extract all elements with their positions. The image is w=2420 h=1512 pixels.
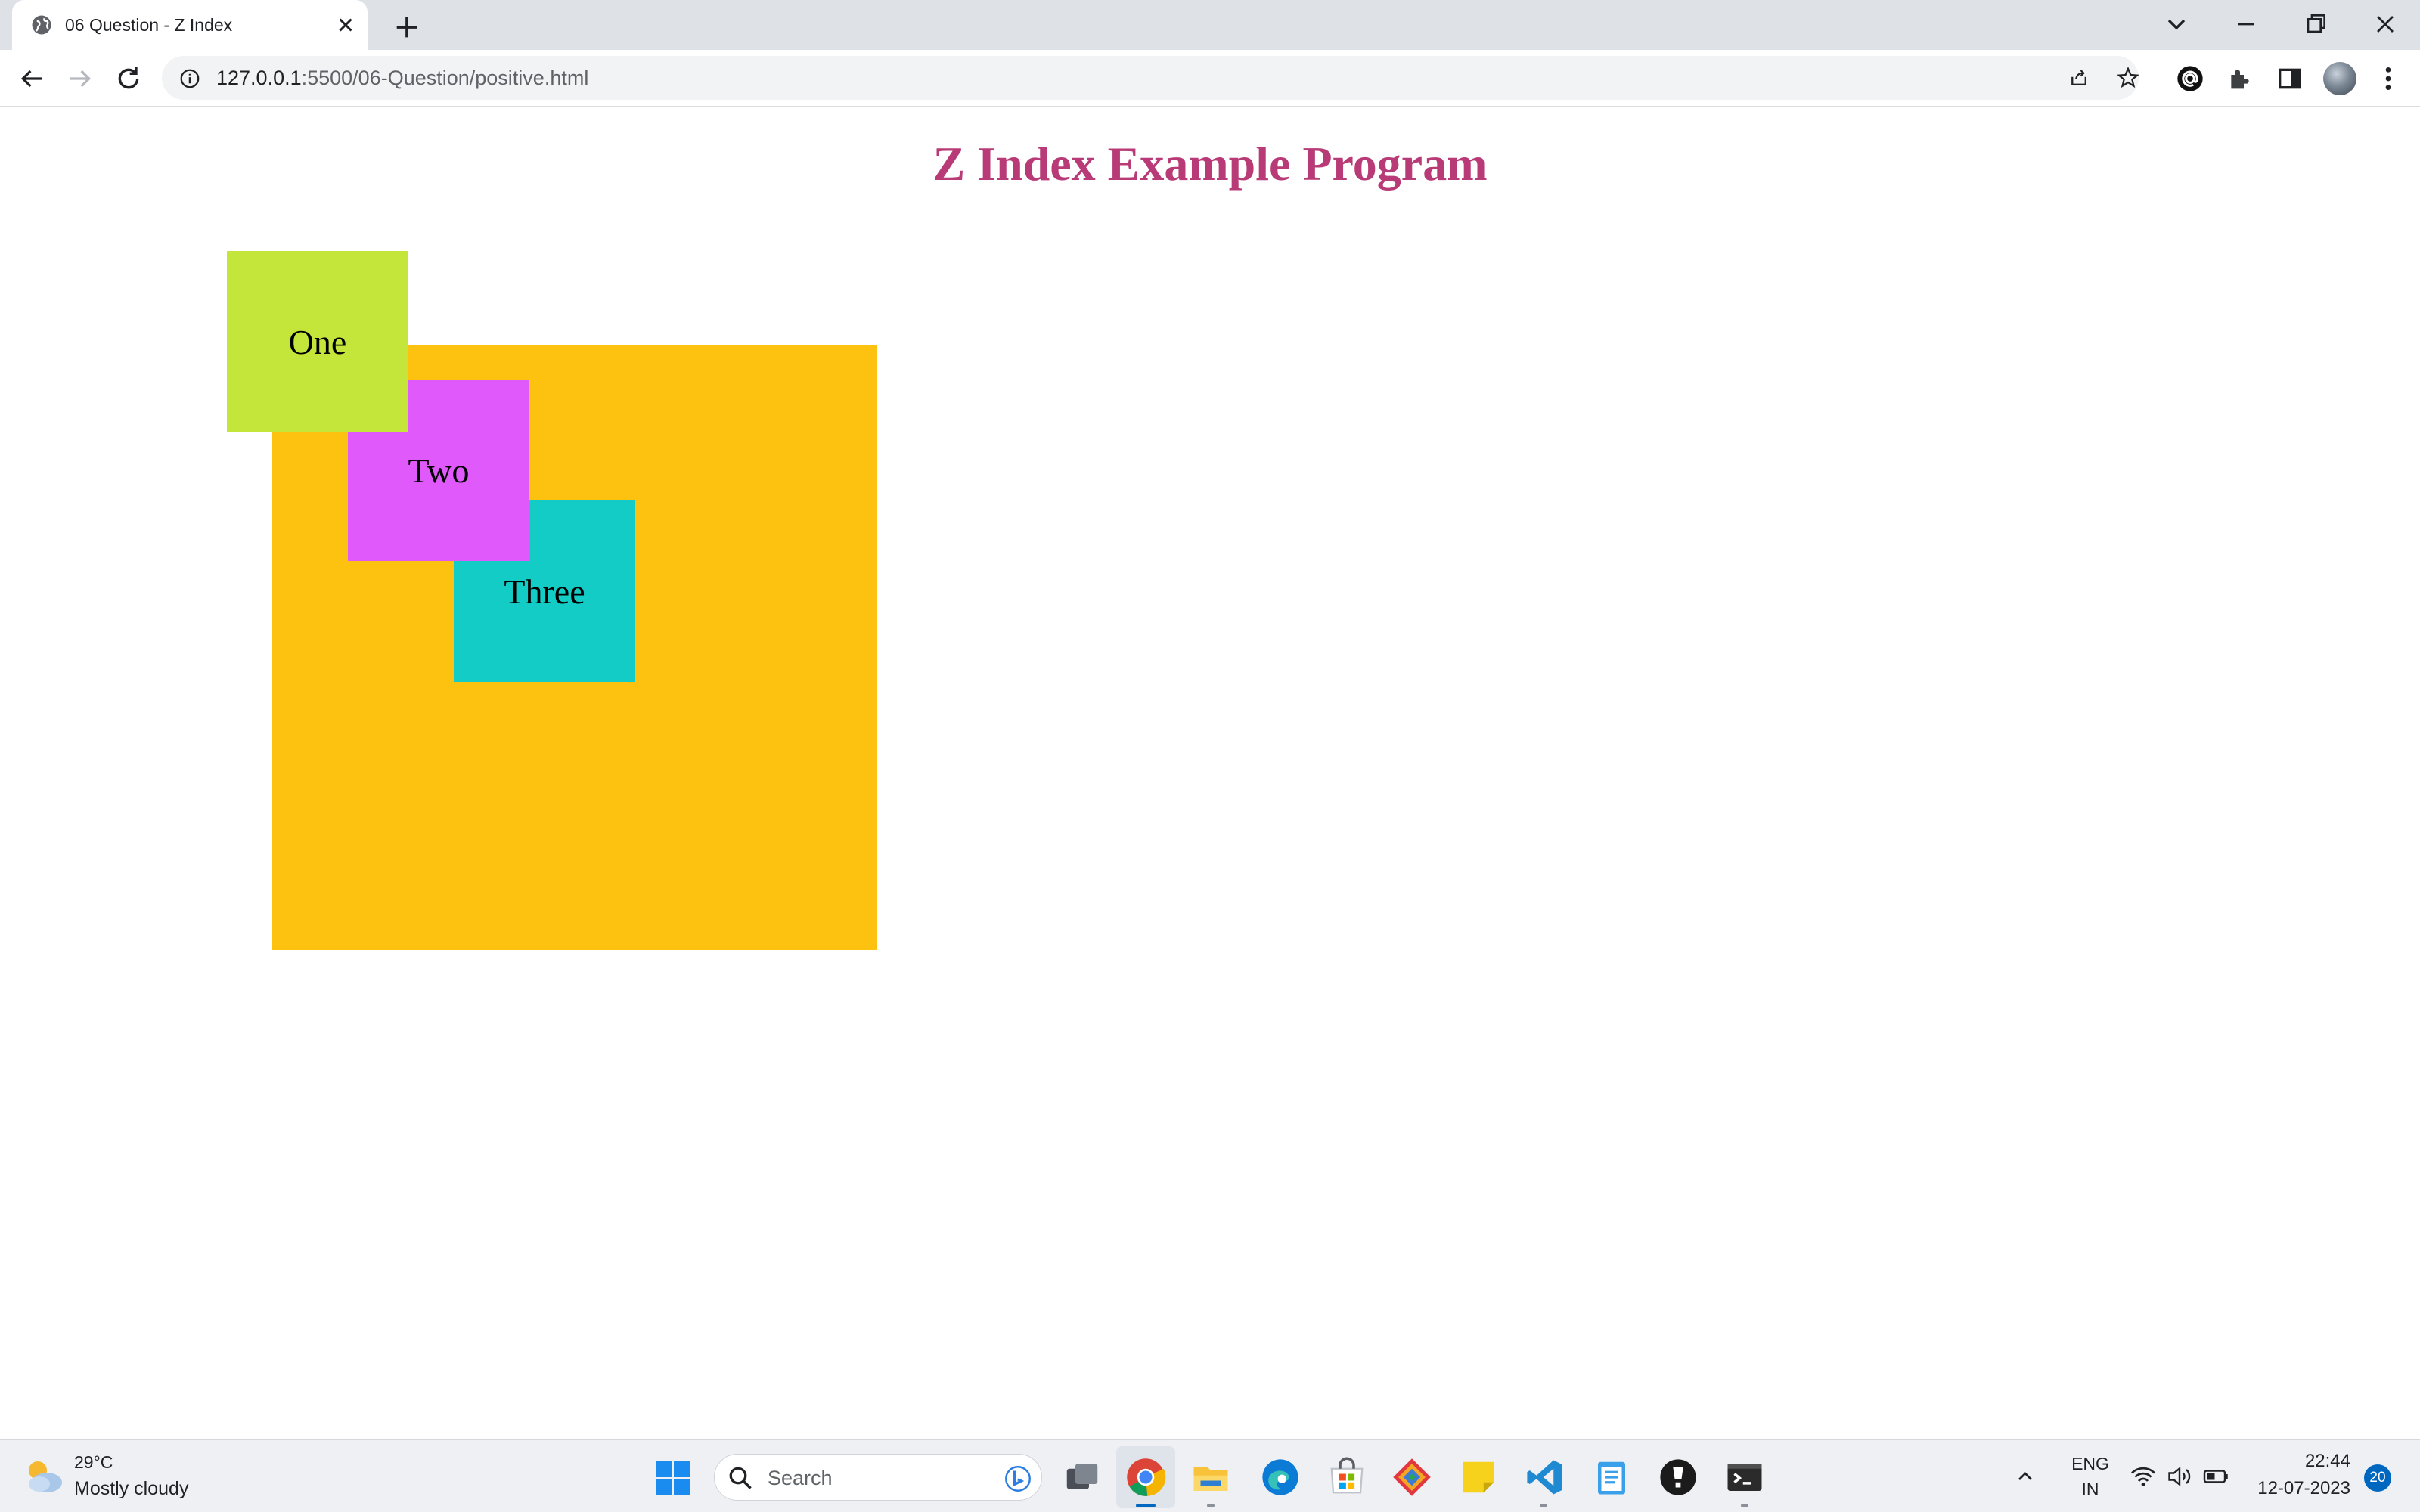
weather-temperature[interactable]: 29°C bbox=[74, 1452, 113, 1473]
chrome-icon[interactable] bbox=[1125, 1457, 1166, 1498]
notepad-icon[interactable] bbox=[1591, 1457, 1632, 1498]
region-indicator[interactable]: IN bbox=[2068, 1479, 2113, 1500]
show-hidden-icons-chevron-icon[interactable] bbox=[2013, 1464, 2037, 1489]
back-arrow-icon[interactable] bbox=[17, 64, 47, 94]
language-indicator[interactable]: ENG bbox=[2068, 1454, 2113, 1474]
bookmark-star-icon[interactable] bbox=[2116, 66, 2140, 90]
notification-badge[interactable]: 20 bbox=[2364, 1464, 2391, 1492]
search-icon bbox=[729, 1467, 752, 1489]
tab-title: 06 Question - Z Index bbox=[65, 15, 233, 35]
vscode-running-indicator bbox=[1540, 1504, 1547, 1507]
globe-icon bbox=[32, 15, 51, 35]
address-bar[interactable]: 127.0.0.1:5500/06-Question/positive.html bbox=[162, 56, 2139, 100]
tab-search-chevron-icon[interactable] bbox=[2161, 9, 2192, 39]
restore-icon[interactable] bbox=[2301, 9, 2331, 39]
file-explorer-icon[interactable] bbox=[1190, 1457, 1231, 1498]
extensions-puzzle-icon[interactable] bbox=[2225, 64, 2255, 94]
chrome-running-indicator bbox=[1136, 1504, 1156, 1507]
share-icon[interactable] bbox=[2068, 67, 2090, 89]
reload-icon[interactable] bbox=[113, 64, 144, 94]
url-host: 127.0.0.1 bbox=[216, 67, 302, 89]
close-window-icon[interactable] bbox=[2370, 9, 2400, 39]
site-info-icon[interactable] bbox=[178, 67, 201, 90]
explorer-running-indicator bbox=[1207, 1504, 1215, 1507]
url-text[interactable]: 127.0.0.1:5500/06-Question/positive.html bbox=[216, 56, 588, 100]
terminal-running-indicator bbox=[1741, 1504, 1748, 1507]
browser-toolbar: 127.0.0.1:5500/06-Question/positive.html bbox=[0, 50, 2420, 107]
browser-tab[interactable]: 06 Question - Z Index bbox=[12, 0, 368, 50]
forward-arrow-icon[interactable] bbox=[65, 64, 95, 94]
vs-code-icon[interactable] bbox=[1525, 1457, 1565, 1498]
minimize-icon[interactable] bbox=[2231, 9, 2261, 39]
extension-at-icon[interactable] bbox=[2175, 64, 2205, 94]
web-page: Z Index Example Program Three Two One bbox=[0, 109, 2420, 1439]
box-one: One bbox=[227, 251, 408, 432]
browser-tab-strip: 06 Question - Z Index bbox=[0, 0, 2420, 50]
windows-terminal-icon[interactable] bbox=[1724, 1457, 1765, 1498]
volume-icon[interactable] bbox=[2166, 1463, 2193, 1490]
weather-cloud-icon[interactable] bbox=[23, 1457, 65, 1496]
new-tab-icon[interactable] bbox=[392, 12, 422, 42]
clock-time[interactable]: 22:44 bbox=[2238, 1451, 2350, 1472]
page-title: Z Index Example Program bbox=[932, 137, 1488, 191]
profile-avatar[interactable] bbox=[2323, 62, 2356, 95]
windows-start-icon[interactable] bbox=[655, 1460, 691, 1496]
clock-date[interactable]: 12-07-2023 bbox=[2238, 1478, 2350, 1499]
wifi-icon[interactable] bbox=[2130, 1463, 2157, 1490]
microsoft-store-icon[interactable] bbox=[1326, 1457, 1367, 1498]
more-menu-icon[interactable] bbox=[2373, 64, 2403, 94]
sticky-notes-icon[interactable] bbox=[1458, 1457, 1499, 1498]
url-path: :5500/06-Question/positive.html bbox=[301, 67, 589, 89]
side-panel-icon[interactable] bbox=[2275, 64, 2305, 94]
taskbar-search[interactable]: Search bbox=[714, 1454, 1042, 1501]
search-placeholder: Search bbox=[768, 1467, 833, 1489]
task-view-icon[interactable] bbox=[1062, 1457, 1103, 1498]
terminal-app-icon[interactable] bbox=[1658, 1457, 1699, 1498]
git-client-icon[interactable] bbox=[1392, 1457, 1432, 1498]
weather-condition[interactable]: Mostly cloudy bbox=[74, 1478, 188, 1500]
edge-icon[interactable] bbox=[1260, 1457, 1301, 1498]
taskbar: 29°C Mostly cloudy Search ENG IN 22:44 1… bbox=[0, 1439, 2420, 1512]
bing-icon[interactable] bbox=[1004, 1465, 1032, 1492]
battery-icon[interactable] bbox=[2202, 1463, 2229, 1490]
close-tab-icon[interactable] bbox=[334, 14, 357, 36]
